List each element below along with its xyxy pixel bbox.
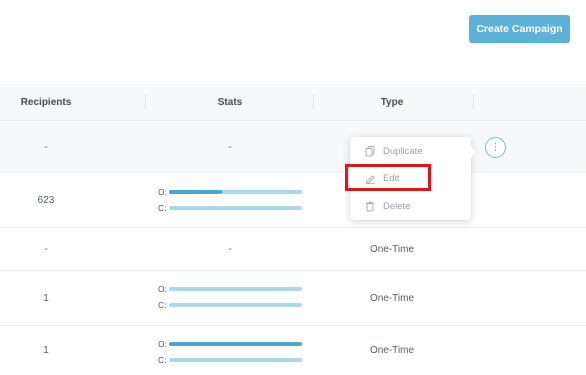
stats-cell: -: [228, 243, 232, 255]
open-bar-track: [169, 342, 302, 346]
open-label: O:: [158, 339, 167, 349]
recipients-cell: 1: [43, 345, 49, 356]
click-bar-track: [169, 358, 302, 362]
stats-bars: O: C:: [158, 339, 308, 369]
open-rate: O:: [158, 284, 308, 294]
copy-icon: [364, 145, 376, 157]
table-row[interactable]: 1 O: C: One-Time: [0, 271, 586, 326]
table-header: Recipients Stats Type: [0, 84, 586, 121]
click-label: C:: [158, 355, 167, 365]
open-rate: O:: [158, 187, 308, 197]
click-bar-track: [169, 206, 302, 210]
menu-pointer: [471, 146, 477, 158]
table-row[interactable]: 1 O: C: One-Time: [0, 326, 586, 375]
click-label: C:: [158, 300, 167, 310]
click-rate: C:: [158, 355, 308, 365]
stats-cell: -: [228, 141, 232, 153]
click-bar-track: [169, 303, 302, 307]
table-row[interactable]: - - One-Time: [0, 228, 586, 271]
open-bar-track: [169, 287, 302, 291]
recipients-cell: 623: [37, 194, 55, 206]
create-campaign-button[interactable]: Create Campaign: [469, 15, 570, 43]
more-options-button[interactable]: ⋮: [485, 137, 506, 158]
recipients-cell: -: [44, 141, 48, 153]
click-rate: C:: [158, 203, 308, 213]
recipients-cell: -: [44, 243, 48, 255]
edit-highlight-outline: [345, 164, 431, 191]
open-rate: O:: [158, 339, 308, 349]
type-cell: One-Time: [369, 292, 415, 304]
open-bar-track: [169, 190, 302, 194]
menu-item-duplicate[interactable]: Duplicate: [350, 140, 471, 162]
menu-item-delete[interactable]: Delete: [350, 195, 471, 217]
stats-bars: O: C:: [158, 187, 308, 217]
type-cell: One-Time: [369, 243, 415, 255]
open-label: O:: [158, 284, 167, 294]
click-rate: C:: [158, 300, 308, 310]
menu-item-label: Delete: [383, 200, 411, 212]
column-header-type[interactable]: Type: [312, 84, 472, 121]
menu-item-label: Duplicate: [383, 145, 423, 157]
trash-icon: [364, 200, 376, 212]
kebab-icon: ⋮: [490, 141, 501, 153]
column-divider: [145, 95, 146, 110]
type-cell: One-Time: [369, 345, 415, 356]
click-label: C:: [158, 203, 167, 213]
stats-bars: O: C:: [158, 284, 308, 314]
table-row[interactable]: 623 O: C:: [0, 173, 586, 228]
campaigns-page: Create Campaign Recipients Stats Type - …: [0, 0, 586, 375]
open-bar-fill: [169, 342, 302, 346]
recipients-cell: 1: [43, 292, 49, 304]
column-header-stats[interactable]: Stats: [150, 84, 310, 121]
column-divider: [473, 95, 474, 110]
column-header-recipients[interactable]: Recipients: [0, 84, 92, 121]
open-label: O:: [158, 187, 167, 197]
open-bar-fill: [169, 190, 223, 194]
